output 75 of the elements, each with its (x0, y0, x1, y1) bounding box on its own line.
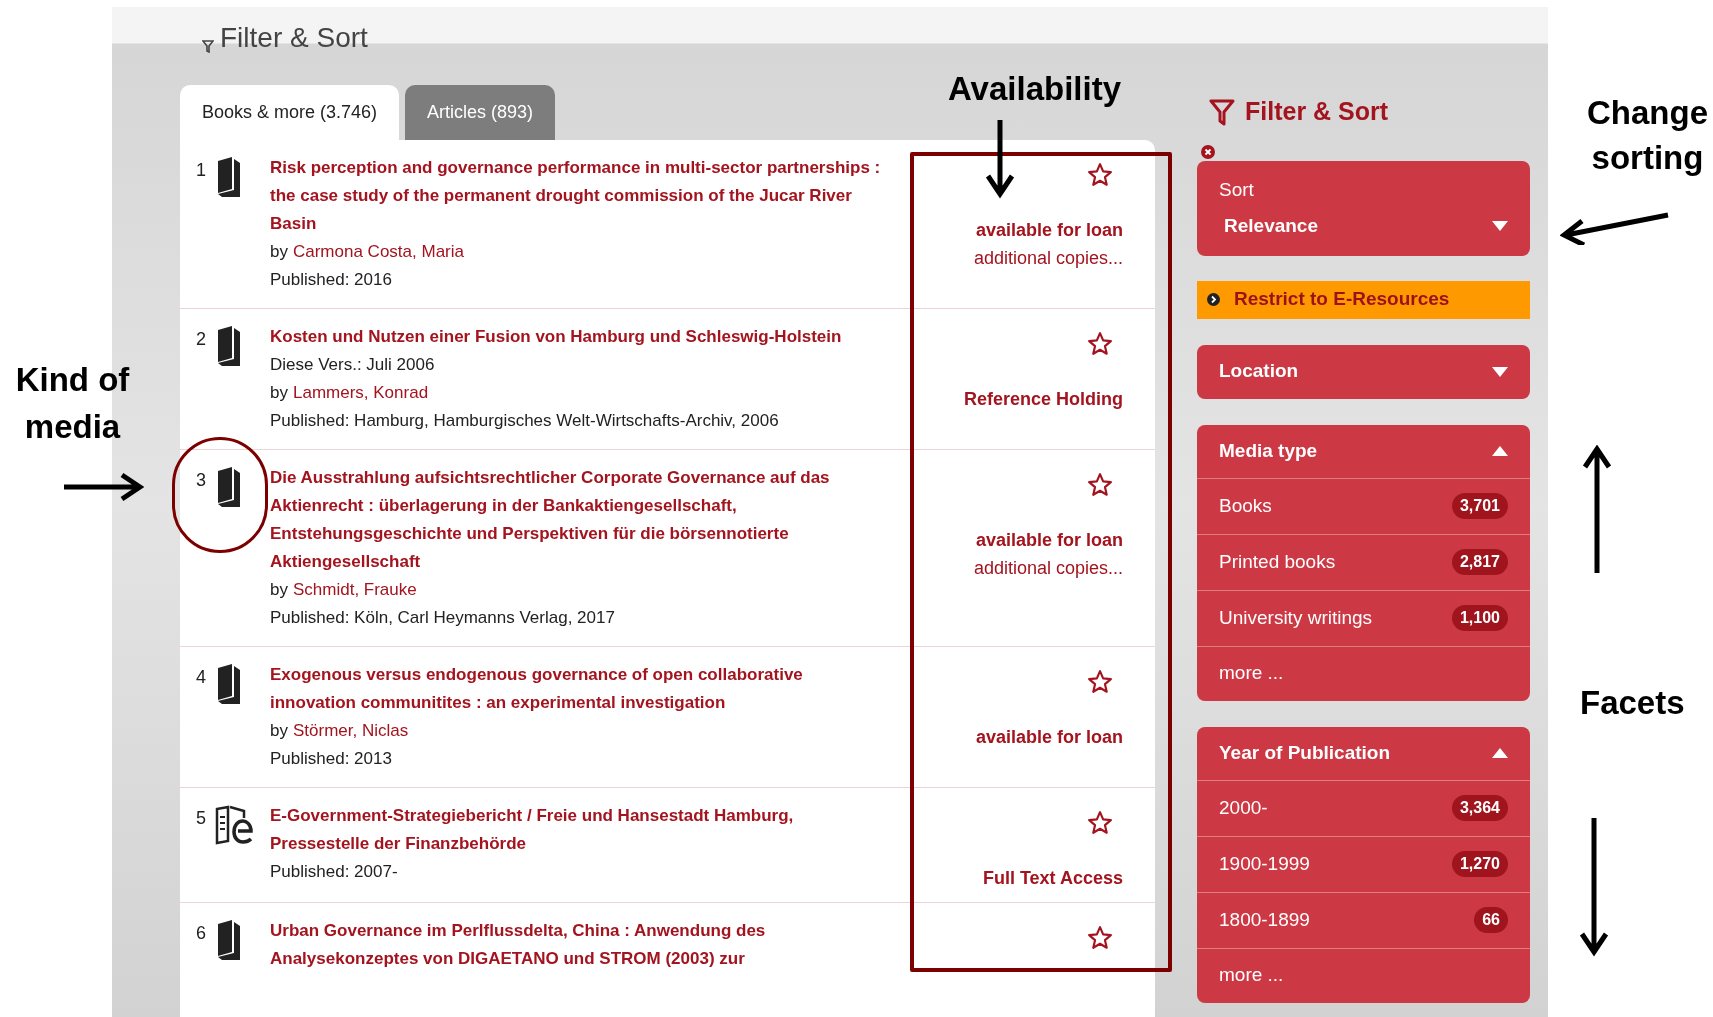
availability-status: Reference Holding (963, 388, 1123, 411)
filter-icon (202, 39, 214, 53)
author-link[interactable]: Störmer, Niclas (292, 717, 409, 745)
published-text: Published: Köln, Carl Heymanns Verlag, 2017 (270, 607, 616, 629)
caret-up-icon (1492, 748, 1508, 758)
count-badge: 66 (1474, 907, 1508, 933)
result-number: 6 (196, 922, 207, 945)
annotation-label: Facets (1580, 683, 1685, 723)
facet-option[interactable]: 1800-1899 66 (1197, 892, 1530, 949)
restrict-e-resources-button[interactable]: Restrict to E-Resources (1197, 280, 1530, 319)
by-label: by (270, 720, 288, 742)
published-text: Published: Hamburg, Hamburgisches Welt-Wirtschafts-Archiv, 2006 (270, 410, 780, 432)
annotation-label: Availability (948, 69, 1121, 109)
star-icon[interactable] (1087, 331, 1113, 357)
availability-status: Full Text Access (982, 867, 1123, 890)
star-icon[interactable] (1087, 925, 1113, 951)
result-title-link[interactable]: Risk perception and governance performance in multi-sector partnerships : the case study of the permanent drought commission of the Jucar River Basin (270, 154, 882, 238)
count-badge: 3,701 (1451, 493, 1508, 519)
star-icon[interactable] (1087, 472, 1113, 498)
e-document-icon (214, 805, 254, 845)
published-text: Published: 2016 (270, 269, 393, 291)
more-link[interactable]: more ... (1197, 646, 1530, 701)
count-badge: 1,270 (1451, 851, 1508, 877)
result-title-link[interactable]: Exogenous versus endogenous governance of open collaborative innovation communitites : an experimental investigation (270, 661, 882, 717)
result-number: 2 (196, 328, 207, 351)
edition-text: Diese Vers.: Juli 2006 (270, 354, 436, 376)
count-badge: 3,364 (1451, 795, 1508, 821)
close-icon[interactable] (1201, 144, 1215, 159)
more-link[interactable]: more ... (1197, 948, 1530, 1003)
tab[interactable]: Articles (893) (405, 85, 556, 140)
additional-copies-link[interactable]: additional copies... (973, 554, 1123, 582)
caret-up-icon (1492, 446, 1508, 456)
facet-option[interactable]: 2000- 3,364 (1197, 780, 1530, 837)
caret-down-icon (1492, 221, 1508, 232)
result-number: 4 (196, 666, 207, 689)
caret-down-icon (1492, 366, 1508, 377)
author-link[interactable]: Schmidt, Frauke (292, 576, 417, 604)
facet-option[interactable]: Printed books 2,817 (1197, 534, 1530, 591)
published-text: Published: 2007- (270, 861, 399, 883)
availability-status: available for loan (975, 529, 1123, 552)
sort-dropdown[interactable]: Sort Relevance (1197, 160, 1530, 256)
filter-icon (1209, 97, 1235, 126)
result-title-link[interactable]: Urban Governance im Perlflussdelta, China : Anwendung des Analysekonzeptes von DIGAETANO und STROM (2003) zur (270, 917, 882, 973)
availability-status: available for loan (975, 726, 1123, 749)
chevron-circle-icon (1207, 293, 1220, 306)
additional-copies-link[interactable]: additional copies... (973, 244, 1123, 272)
result-number: 1 (196, 159, 207, 182)
star-icon[interactable] (1087, 669, 1113, 695)
facet-option[interactable]: University writings 1,100 (1197, 590, 1530, 647)
published-text: Published: 2013 (270, 748, 393, 770)
star-icon[interactable] (1087, 162, 1113, 188)
by-label: by (270, 579, 288, 601)
sidebar-heading: Filter & Sort (1245, 96, 1389, 127)
page-heading: Filter & Sort (220, 23, 368, 53)
annotation-label: Change sorting (1586, 93, 1709, 178)
availability-status: available for loan (975, 219, 1123, 242)
count-badge: 1,100 (1451, 605, 1508, 631)
result-number: 5 (196, 807, 207, 830)
author-link[interactable]: Lammers, Konrad (292, 379, 429, 407)
result-title-link[interactable]: E-Government-Strategiebericht / Freie und Hansestadt Hamburg, Pressestelle der Finanzbehörde (270, 802, 882, 858)
star-icon[interactable] (1087, 810, 1113, 836)
facet-option[interactable]: Books 3,701 (1197, 478, 1530, 535)
author-link[interactable]: Carmona Costa, Maria (292, 238, 464, 266)
facet-header[interactable]: Year of Publication (1197, 726, 1530, 781)
by-label: by (270, 382, 288, 404)
facet-option[interactable]: 1900-1999 1,270 (1197, 836, 1530, 893)
result-number: 3 (196, 469, 207, 492)
tab[interactable]: Books & more (3.746) (180, 85, 400, 140)
count-badge: 2,817 (1451, 549, 1508, 575)
annotation-label: Kind of media (14, 360, 131, 447)
facet-header[interactable]: Location (1197, 344, 1530, 399)
result-title-link[interactable]: Die Ausstrahlung aufsichtsrechtlicher Corporate Governance auf das Aktienrecht : überlagerung in der Bankaktiengesellschaft, Entstehungsgeschichte und Perspektiven für die börsennotierte Aktiengesellschaft (270, 464, 882, 576)
result-title-link[interactable]: Kosten und Nutzen einer Fusion von Hamburg und Schleswig-Holstein (270, 323, 882, 351)
by-label: by (270, 241, 288, 263)
facet-header[interactable]: Media type (1197, 424, 1530, 479)
